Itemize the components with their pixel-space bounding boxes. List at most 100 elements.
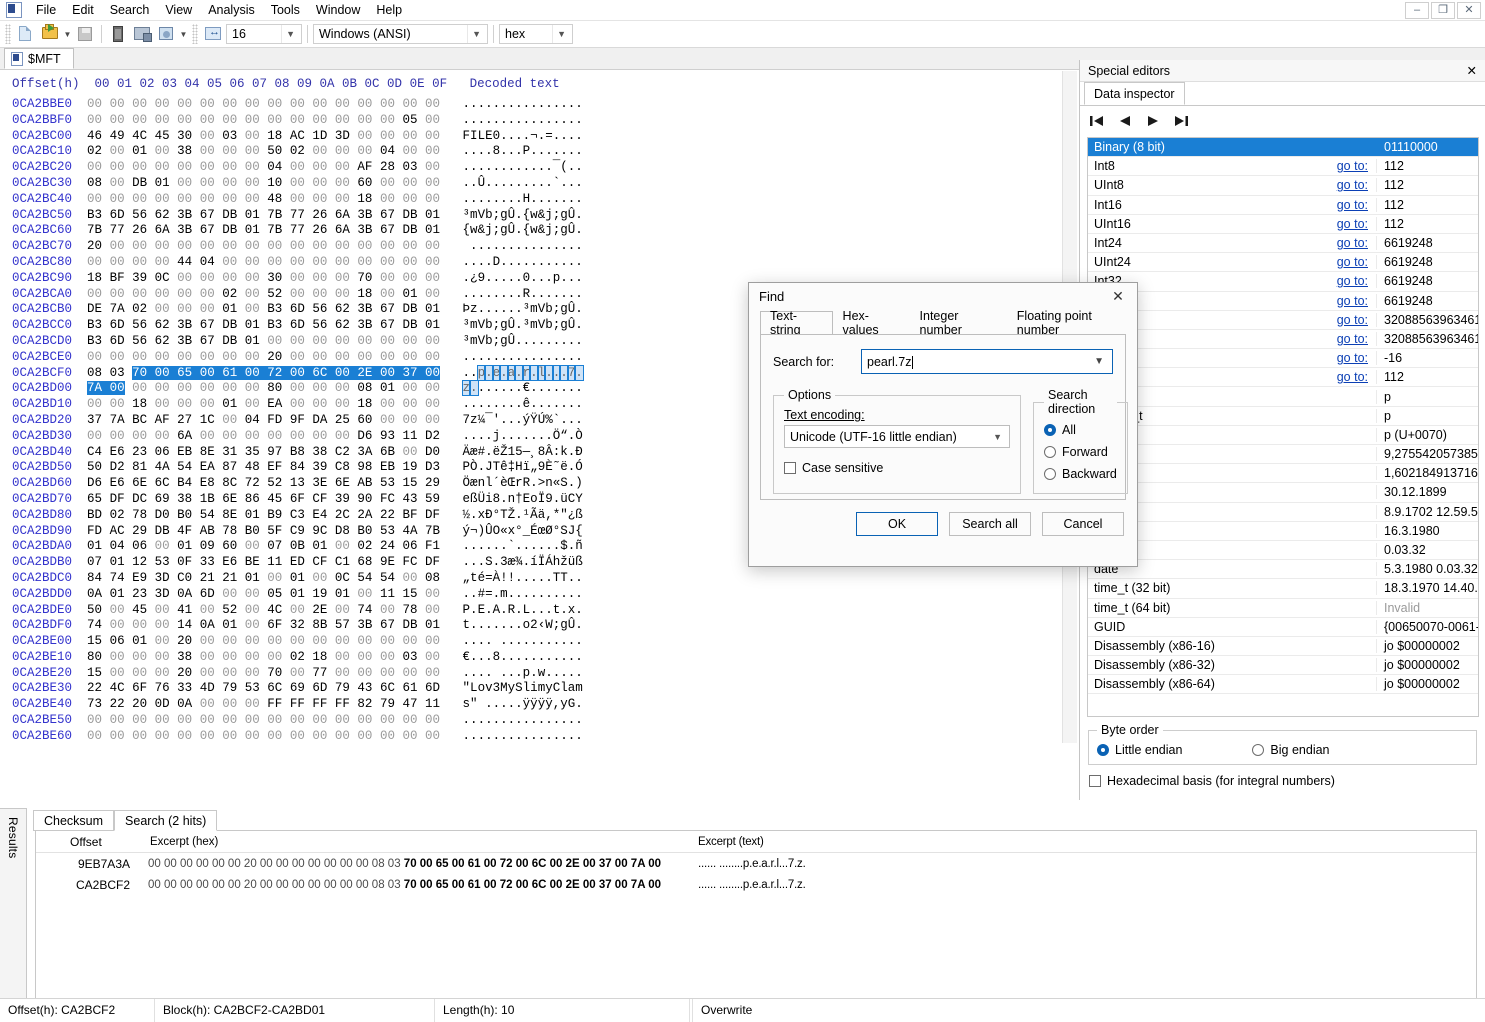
hex-row[interactable]: 0CA2BE60 00 00 00 00 00 00 00 00 00 00 0…	[0, 729, 1079, 743]
hex-row-decoded-text[interactable]: €...8...........	[440, 650, 583, 664]
radio-direction-forward[interactable]: Forward	[1044, 445, 1108, 459]
hex-row-bytes[interactable]: 00 00 00 00 00 00 00 00 00 00 00 00 00 0…	[72, 729, 440, 743]
hex-row-bytes[interactable]: 15 00 00 00 20 00 00 00 70 00 77 00 00 0…	[72, 666, 440, 680]
hex-row-decoded-text[interactable]: ................	[440, 113, 583, 127]
hex-row-bytes[interactable]: 50 D2 81 4A 54 EA 87 48 EF 84 39 C8 98 E…	[72, 460, 440, 474]
hex-row-bytes[interactable]: 00 00 00 00 44 04 00 00 00 00 00 00 00 0…	[72, 255, 440, 269]
tab-hex-values[interactable]: Hex-values	[833, 309, 910, 337]
hex-row-bytes[interactable]: 0A 01 23 3D 0A 6D 00 00 05 01 19 01 00 1…	[72, 587, 440, 601]
hex-row[interactable]: 0CA2BDF0 74 00 00 00 14 0A 01 00 6F 32 8…	[0, 618, 1079, 634]
hex-row[interactable]: 0CA2BE00 15 06 01 00 20 00 00 00 00 00 0…	[0, 634, 1079, 650]
hex-row[interactable]: 0CA2BE30 22 4C 6F 76 33 4D 79 53 6C 69 6…	[0, 681, 1079, 697]
menu-item-edit[interactable]: Edit	[64, 0, 102, 20]
hex-row-bytes[interactable]: 80 00 00 00 38 00 00 00 00 02 18 00 00 0…	[72, 650, 440, 664]
data-inspector-row[interactable]: char8_tp	[1088, 387, 1478, 407]
bytes-per-line-icon[interactable]	[202, 23, 224, 45]
hex-row-decoded-text[interactable]: t.......o2‹W;gÛ.	[440, 618, 583, 632]
data-inspector-row[interactable]: t32)9,27554205738512E-39	[1088, 445, 1478, 465]
hex-row-bytes[interactable]: D6 E6 6E 6C B4 E8 8C 72 52 13 3E 6E AB 5…	[72, 476, 440, 490]
hex-row-bytes[interactable]: 7A 00 00 00 00 00 00 00 80 00 00 00 08 0…	[72, 381, 440, 396]
hex-row-decoded-text[interactable]: ý¬)ÛO«x°_ÉœØ°SJ{	[440, 524, 583, 538]
hex-row-bytes[interactable]: 00 00 00 00 00 00 00 00 00 00 00 00 00 0…	[72, 97, 440, 111]
hex-row-decoded-text[interactable]: ........ê.......	[440, 397, 583, 411]
tab-data-inspector[interactable]: Data inspector	[1084, 82, 1185, 105]
hex-row-bytes[interactable]: FD AC 29 DB 4F AB 78 B0 5F C9 9C D8 B0 5…	[72, 524, 440, 538]
text-encoding-combo[interactable]: Unicode (UTF-16 little endian) ▼	[784, 425, 1010, 448]
hex-row-bytes[interactable]: BD 02 78 D0 B0 54 8E 01 B9 C3 E4 2C 2A 2…	[72, 508, 440, 522]
hex-row[interactable]: 0CA2BC70 20 00 00 00 00 00 00 00 00 00 0…	[0, 239, 1079, 255]
hex-row-bytes[interactable]: 46 49 4C 45 30 00 03 00 18 AC 1D 3D 00 0…	[72, 129, 440, 143]
hex-row[interactable]: 0CA2BDC0 84 74 E9 3D C0 21 21 01 00 01 0…	[0, 571, 1079, 587]
hex-row[interactable]: 0CA2BC80 00 00 00 00 44 04 00 00 00 00 0…	[0, 255, 1079, 271]
data-inspector-row[interactable]: go to:32088563963461744	[1088, 330, 1478, 350]
hex-row-decoded-text[interactable]: ................	[440, 350, 583, 364]
hex-row-bytes[interactable]: 00 00 00 00 00 00 02 00 52 00 00 00 18 0…	[72, 287, 440, 301]
goto-link[interactable]: go to:	[1260, 313, 1376, 327]
hex-row-decoded-text[interactable]: ³mVb;gÛ.³mVb;gÛ.	[440, 318, 583, 332]
hex-row[interactable]: 0CA2BDE0 50 00 45 00 41 00 52 00 4C 00 2…	[0, 603, 1079, 619]
menu-item-window[interactable]: Window	[308, 0, 368, 20]
hex-row[interactable]: 0CA2BBF0 00 00 00 00 00 00 00 00 00 00 0…	[0, 113, 1079, 129]
close-button[interactable]: ✕	[1457, 2, 1481, 19]
menu-item-search[interactable]: Search	[102, 0, 158, 20]
hex-row-bytes[interactable]: 7B 77 26 6A 3B 67 DB 01 7B 77 26 6A 3B 6…	[72, 223, 440, 237]
goto-link[interactable]: go to:	[1260, 236, 1376, 250]
open-disk-icon[interactable]	[107, 23, 129, 45]
data-inspector-row[interactable]: time_t (32 bit) 18.3.1970 14.40.48	[1088, 579, 1478, 599]
hex-row-decoded-text[interactable]: „té=À!!.....TT..	[440, 571, 583, 585]
hex-row-decoded-text[interactable]: ..Û.........`...	[440, 176, 583, 190]
document-tab-mft[interactable]: $MFT	[4, 48, 74, 69]
menu-item-view[interactable]: View	[157, 0, 200, 20]
data-inspector-row[interactable]: at64)1,60218491371691E-306	[1088, 464, 1478, 484]
hex-row-bytes[interactable]: 00 00 00 00 00 00 00 00 20 00 00 00 00 0…	[72, 350, 440, 364]
hex-row[interactable]: 0CA2BE20 15 00 00 00 20 00 00 00 70 00 7…	[0, 666, 1079, 682]
open-ram-icon[interactable]	[155, 23, 177, 45]
data-inspector-row[interactable]: Binary (8 bit) 01110000	[1088, 138, 1478, 158]
hex-row-bytes[interactable]: 15 06 01 00 20 00 00 00 00 00 00 00 00 0…	[72, 634, 440, 648]
hex-row-decoded-text[interactable]: ....8...P.......	[440, 144, 583, 158]
data-inspector-row[interactable]: Int32go to:6619248	[1088, 272, 1478, 292]
hex-row[interactable]: 0CA2BC50 B3 6D 56 62 3B 67 DB 01 7B 77 2…	[0, 208, 1079, 224]
hex-row-decoded-text[interactable]: PÒ.JTê‡Hï„9È˜ë.Ó	[440, 460, 583, 474]
hex-row-bytes[interactable]: 22 4C 6F 76 33 4D 79 53 6C 69 6D 79 43 6…	[72, 681, 440, 695]
goto-link[interactable]: go to:	[1260, 370, 1376, 384]
hex-row-decoded-text[interactable]: ............¯(..	[440, 160, 583, 174]
hex-row[interactable]: 0CA2BC00 46 49 4C 45 30 00 03 00 18 AC 1…	[0, 129, 1079, 145]
hex-row-decoded-text[interactable]: ³mVb;gÛ.........	[440, 334, 583, 348]
hex-row-decoded-text[interactable]: ................	[440, 729, 583, 743]
results-side-rail[interactable]: Results ✕	[0, 808, 27, 1021]
hex-row-decoded-text[interactable]: ..p.e.a.r.l...7.	[440, 364, 584, 381]
hex-row-decoded-text[interactable]: s" .....ÿÿÿÿ,yG.	[440, 697, 583, 711]
close-icon[interactable]: ✕	[1467, 63, 1477, 78]
data-inspector-row[interactable]: pointp (U+0070)	[1088, 426, 1478, 445]
hex-row-decoded-text[interactable]: {w&j;gÛ.{w&j;gÛ.	[440, 223, 583, 237]
data-inspector-row[interactable]: char16_tp	[1088, 407, 1478, 426]
open-file-icon[interactable]	[39, 23, 61, 45]
hex-row-decoded-text[interactable]: Þz......³mVb;gÛ.	[440, 302, 583, 316]
menu-item-tools[interactable]: Tools	[263, 0, 308, 20]
hex-row[interactable]: 0CA2BC10 02 00 01 00 38 00 00 00 50 02 0…	[0, 144, 1079, 160]
hex-row-bytes[interactable]: 74 00 00 00 14 0A 01 00 6F 32 8B 57 3B 6…	[72, 618, 440, 632]
data-inspector-row[interactable]: date 5.3.1980 0.03.32	[1088, 560, 1478, 580]
hex-row-decoded-text[interactable]: .... ...p.w.....	[440, 666, 583, 680]
previous-record-icon[interactable]	[1117, 114, 1133, 128]
data-inspector-row[interactable]: go to: 6619248	[1088, 292, 1478, 311]
hex-row-bytes[interactable]: 65 DF DC 69 38 1B 6E 86 45 6F CF 39 90 F…	[72, 492, 440, 506]
hex-row-decoded-text[interactable]: ....D...........	[440, 255, 583, 269]
hex-row[interactable]: 0CA2BC20 00 00 00 00 00 00 00 00 04 00 0…	[0, 160, 1079, 176]
number-base-combo[interactable]: hex ▼	[499, 24, 573, 44]
hex-row-decoded-text[interactable]: P.E.A.R.L...t.x.	[440, 603, 583, 617]
hex-row-decoded-text[interactable]: ..#=.m..........	[440, 587, 583, 601]
hex-row[interactable]: 0CA2BBE0 00 00 00 00 00 00 00 00 00 00 0…	[0, 97, 1079, 113]
hex-row-bytes[interactable]: 01 04 06 00 01 09 60 00 07 0B 01 00 02 2…	[72, 539, 440, 553]
hex-row-decoded-text[interactable]: ................	[440, 97, 583, 111]
hex-row-decoded-text[interactable]: .¿9.....0...p...	[440, 271, 583, 285]
tab-checksum[interactable]: Checksum	[33, 810, 115, 831]
hex-row-bytes[interactable]: 08 00 DB 01 00 00 00 00 10 00 00 00 60 0…	[72, 176, 440, 190]
find-dialog[interactable]: Find ✕ Text-string Hex-values Integer nu…	[748, 282, 1138, 567]
hex-row-decoded-text[interactable]: FILE0....¬.=....	[440, 129, 583, 143]
search-input[interactable]: pearl.7z ▼	[861, 349, 1113, 374]
close-icon[interactable]: ✕	[1105, 285, 1131, 307]
hex-row[interactable]: 0CA2BC60 7B 77 26 6A 3B 67 DB 01 7B 77 2…	[0, 223, 1079, 239]
goto-link[interactable]: go to:	[1260, 198, 1376, 212]
